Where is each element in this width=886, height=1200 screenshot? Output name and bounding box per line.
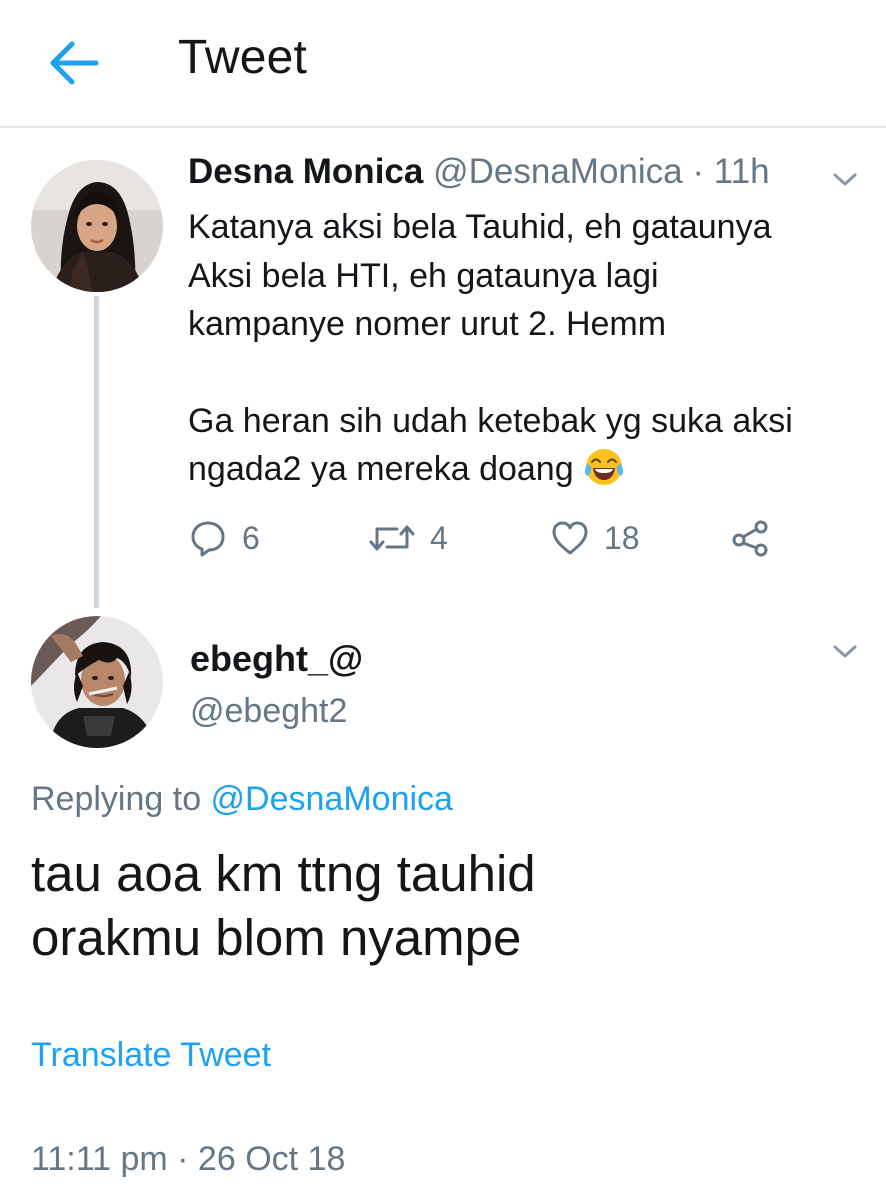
retweet-button[interactable]: 4 [368,516,448,560]
avatar-photo [31,160,163,292]
replying-to-line: Replying to @DesnaMonica [31,780,453,819]
tweet-header: Desna Monica @DesnaMonica · 11h [188,152,770,192]
tweet-text-line: kampanye nomer urut 2. Hemm [188,305,667,343]
display-name[interactable]: Desna Monica [188,152,423,191]
tears-of-joy-emoji-icon [583,446,625,502]
reply-text-line: tau aoa km ttng tauhid [31,845,536,902]
share-icon[interactable] [730,518,772,558]
display-name[interactable]: ebeght_@ [190,638,363,680]
tweet-text-line: Ga heran sih udah ketebak yg suka aksi [188,401,793,440]
tweet-time[interactable]: 11h [714,152,770,191]
thread-connector-line [94,296,99,608]
user-handle[interactable]: @DesnaMonica [433,152,683,191]
chevron-down-icon[interactable] [830,170,860,190]
retweet-count: 4 [430,519,448,556]
tweet-text-line: Katanya aksi bela Tauhid, eh gataunya [188,208,772,246]
reply-text: tau aoa km ttng tauhid orakmu blom nyamp… [31,842,851,970]
reply-text-line: orakmu blom nyampe [31,909,522,966]
reply-count: 6 [242,519,260,556]
tweet-menu-caret[interactable] [830,642,860,662]
chevron-down-icon[interactable] [830,642,860,662]
avatar-ebeght[interactable] [31,616,163,748]
tweet-menu-caret[interactable] [830,170,860,190]
translate-tweet-link[interactable]: Translate Tweet [31,1036,271,1075]
meta-separator: · [682,152,714,191]
tweet-text: Katanya aksi bela Tauhid, eh gataunya Ak… [188,203,868,502]
tweet-text-line: ngada2 ya mereka doang [188,450,574,488]
top-app-bar: Tweet [0,0,886,128]
back-button[interactable] [46,38,102,88]
avatar-photo [31,616,163,748]
replying-prefix: Replying to [31,780,211,818]
share-button[interactable] [730,516,772,560]
tweet-text-line: Aksi bela HTI, eh gataunya lagi [188,256,659,295]
tweet-timestamp: 11:11 pm · 26 Oct 18 [31,1140,346,1178]
arrow-left-icon[interactable] [46,38,102,88]
user-handle[interactable]: @ebeght2 [190,692,347,731]
retweet-icon[interactable] [368,518,416,558]
page-title: Tweet [178,31,308,84]
reply-icon[interactable] [188,518,228,558]
reply-button[interactable]: 6 [188,516,260,560]
heart-icon[interactable] [550,518,590,558]
like-button[interactable]: 18 [550,516,640,560]
replying-to-link[interactable]: @DesnaMonica [211,780,453,818]
avatar-desna-monica[interactable] [31,160,163,292]
like-count: 18 [604,519,640,556]
